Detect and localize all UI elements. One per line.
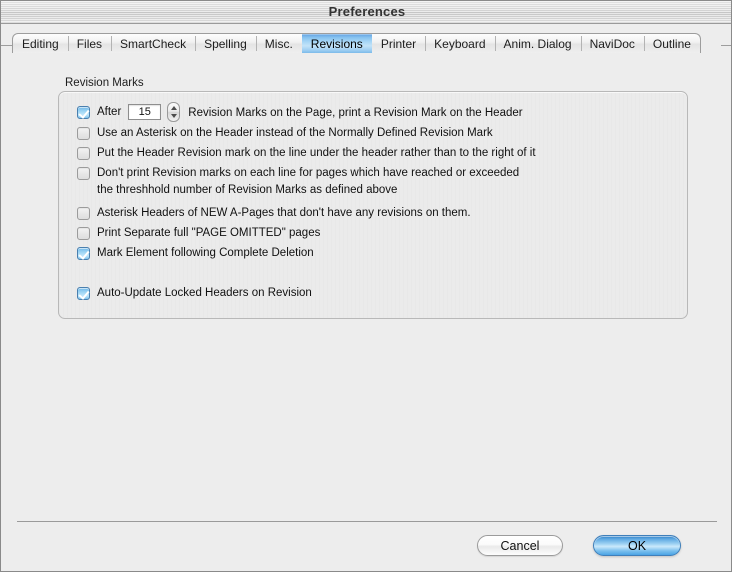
option-label-print-separate-page-omitted: Print Separate full "PAGE OMITTED" pages	[97, 227, 321, 239]
checkbox-after-revision-marks[interactable]	[77, 106, 90, 119]
footer-separator	[17, 521, 717, 522]
window-titlebar[interactable]: Preferences	[1, 1, 731, 24]
tabbar-rule-right	[721, 45, 731, 46]
option-row-asterisk-new-a-pages: Asterisk Headers of NEW A-Pages that don…	[77, 206, 471, 220]
tab-spelling[interactable]: Spelling	[195, 34, 256, 53]
ok-button[interactable]: OK	[593, 535, 681, 556]
checkbox-auto-update-locked-headers[interactable]	[77, 287, 90, 300]
revision-marks-group-label: Revision Marks	[63, 77, 148, 89]
tab-smartcheck[interactable]: SmartCheck	[111, 34, 195, 53]
option-label-dont-print-revision-marks-continuation: the threshhold number of Revision Marks …	[97, 184, 398, 196]
option-row-header-mark-under-line: Put the Header Revision mark on the line…	[77, 146, 536, 160]
option-label-header-revision-mark-under-line: Put the Header Revision mark on the line…	[97, 147, 536, 159]
option-row-dont-print-each-line: Don't print Revision marks on each line …	[77, 166, 519, 180]
tab-bar: Editing Files SmartCheck Spelling Misc. Revis…	[1, 25, 731, 53]
option-row-mark-element-deletion: Mark Element following Complete Deletion	[77, 246, 314, 260]
checkbox-mark-element-following-complete-deletion[interactable]	[77, 247, 90, 260]
revision-marks-threshold-input[interactable]	[128, 104, 162, 120]
tab-anim-dialog[interactable]: Anim. Dialog	[494, 34, 581, 53]
tab-files[interactable]: Files	[67, 34, 111, 53]
cancel-button[interactable]: Cancel	[477, 535, 563, 556]
tab-outline[interactable]: Outline	[643, 34, 700, 53]
tab-keyboard[interactable]: Keyboard	[425, 34, 494, 53]
checkbox-asterisk-headers-new-a-pages[interactable]	[77, 207, 90, 220]
checkbox-use-asterisk-on-header[interactable]	[77, 127, 90, 140]
option-label-mark-element-following-complete-deletion: Mark Element following Complete Deletion	[97, 247, 314, 259]
preferences-window: Preferences Editing Files SmartCheck Spelli…	[0, 0, 732, 572]
tab-revisions[interactable]: Revisions	[301, 34, 372, 53]
tab-printer[interactable]: Printer	[372, 34, 425, 53]
option-row-after: After Revision Marks on the Page, print …	[77, 102, 523, 122]
after-suffix-label: Revision Marks on the Page, print a Revi…	[188, 107, 523, 119]
option-label-asterisk-headers-new-a-pages: Asterisk Headers of NEW A-Pages that don…	[97, 207, 471, 219]
option-label-dont-print-revision-marks-each-line: Don't print Revision marks on each line …	[97, 167, 520, 179]
tab-editing[interactable]: Editing	[13, 34, 68, 53]
tab-navidoc[interactable]: NaviDoc	[580, 34, 644, 53]
tab-list: Editing Files SmartCheck Spelling Misc. Revis…	[12, 33, 701, 53]
checkbox-dont-print-revision-marks-each-line[interactable]	[77, 167, 90, 180]
option-label-auto-update-locked-headers: Auto-Update Locked Headers on Revision	[97, 287, 312, 299]
option-row-page-omitted: Print Separate full "PAGE OMITTED" pages	[77, 226, 320, 240]
stepper-down-icon[interactable]	[170, 114, 177, 118]
after-prefix-label: After	[97, 106, 122, 118]
option-row-asterisk-header: Use an Asterisk on the Header instead of…	[77, 126, 493, 140]
window-title: Preferences	[328, 4, 406, 19]
checkbox-header-revision-mark-under-line[interactable]	[77, 147, 90, 160]
stepper-up-icon[interactable]	[170, 106, 177, 110]
checkbox-print-separate-page-omitted[interactable]	[77, 227, 90, 240]
preferences-content: Revision Marks After Revision Marks on t…	[1, 53, 731, 571]
option-row-auto-update-locked-headers: Auto-Update Locked Headers on Revision	[77, 286, 312, 300]
revision-marks-threshold-stepper[interactable]	[167, 102, 181, 122]
tab-misc[interactable]: Misc.	[255, 34, 302, 53]
option-label-use-asterisk-on-header: Use an Asterisk on the Header instead of…	[97, 127, 493, 139]
